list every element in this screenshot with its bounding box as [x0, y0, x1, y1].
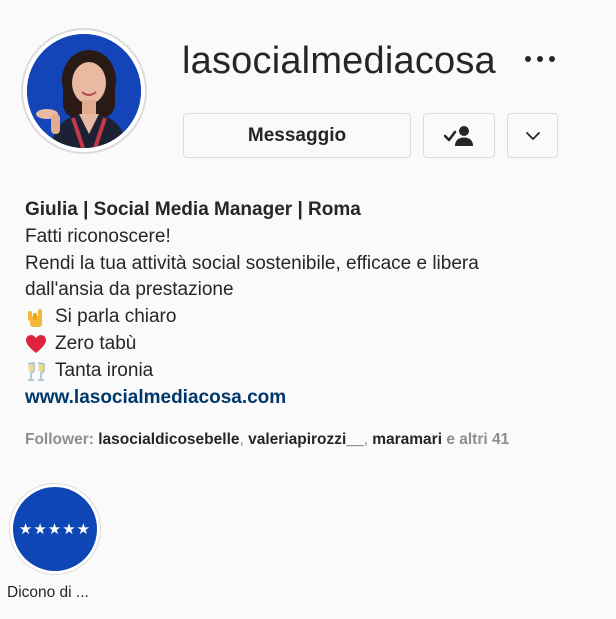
profile-photo-illustration — [27, 34, 141, 148]
follower-name[interactable]: valeriapirozzi__ — [248, 431, 363, 448]
follower-separator: , — [239, 431, 249, 448]
more-options-icon — [525, 56, 555, 62]
highlight-cover: ★★★★★ — [13, 487, 97, 571]
profile-username: lasocialmediacosa — [182, 40, 496, 82]
bio-emoji-line: Tanta ironia — [25, 358, 595, 385]
bio-line: Rendi la tua attività social sostenibile… — [25, 252, 479, 274]
profile-photo — [27, 34, 141, 148]
suggestions-dropdown-button[interactable] — [507, 113, 558, 158]
bio-emoji-text: Si parla chiaro — [55, 306, 177, 328]
followed-by-text[interactable]: Follower: lasocialdicosebelle, valeriapi… — [25, 431, 509, 449]
chevron-down-icon — [525, 131, 540, 140]
following-button[interactable] — [423, 113, 495, 158]
followers-prefix: Follower: — [25, 431, 94, 448]
profile-avatar[interactable] — [21, 28, 147, 154]
follower-separator: , — [363, 431, 373, 448]
follower-name[interactable]: lasocialdicosebelle — [98, 431, 239, 448]
person-check-icon — [444, 125, 473, 146]
followers-more-count: e altri 41 — [446, 431, 510, 448]
highlight-label: Dicono di ... — [7, 584, 89, 601]
follower-name[interactable]: maramari — [372, 431, 442, 448]
story-highlight[interactable]: ★★★★★ — [9, 483, 101, 575]
profile-website-link[interactable]: www.lasocialmediacosa.com — [25, 387, 286, 408]
message-button[interactable]: Messaggio — [183, 113, 411, 158]
bio-emoji-text: Zero tabù — [55, 332, 137, 354]
bio-emoji-line: Si parla chiaro — [25, 304, 595, 331]
bio-emoji-text: Tanta ironia — [55, 359, 154, 381]
profile-bio: Giulia | Social Media Manager | Roma Fat… — [25, 197, 595, 411]
more-options-button[interactable] — [520, 44, 560, 74]
love-you-hand-emoji — [25, 306, 55, 330]
profile-full-name: Giulia | Social Media Manager | Roma — [25, 199, 361, 220]
clinking-glasses-emoji — [25, 359, 55, 383]
red-heart-emoji — [25, 332, 55, 356]
bio-line: Fatti riconoscere! — [25, 225, 171, 247]
bio-line: dall'ansia da prestazione — [25, 279, 234, 301]
bio-emoji-line: Zero tabù — [25, 331, 595, 358]
